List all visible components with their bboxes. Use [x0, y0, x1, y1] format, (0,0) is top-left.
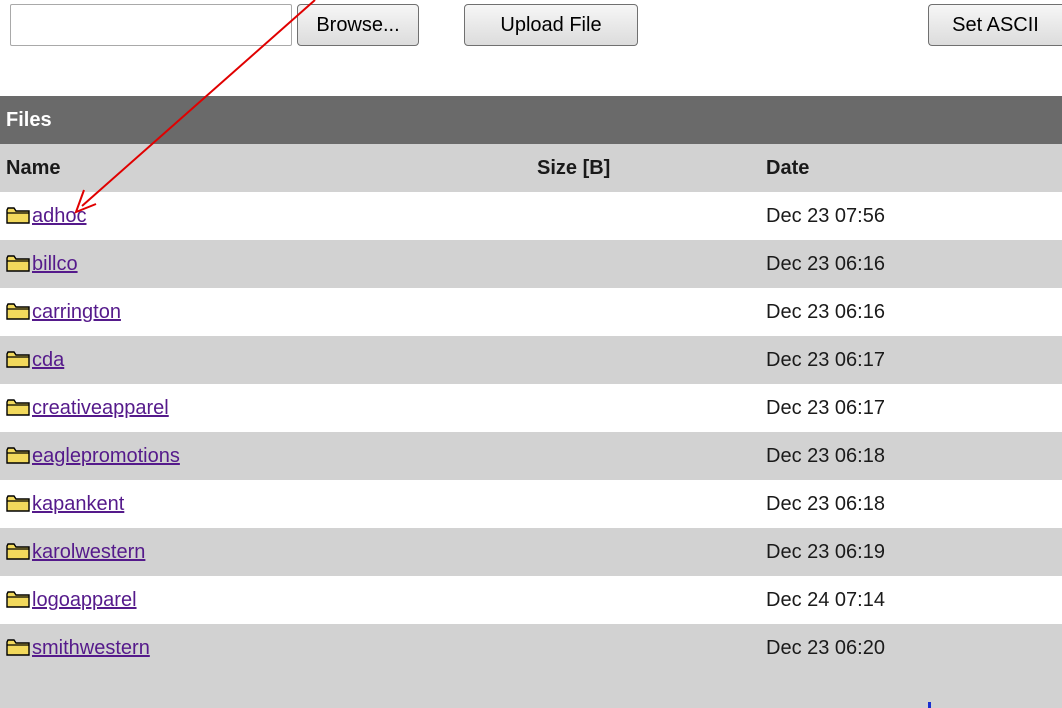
folder-link[interactable]: billco	[32, 240, 78, 288]
file-row: logoapparel Dec 24 07:14	[0, 576, 1062, 624]
file-date: Dec 23 07:56	[766, 205, 885, 227]
file-date: Dec 23 06:19	[766, 541, 885, 563]
file-row: cda Dec 23 06:17	[0, 336, 1062, 384]
folder-icon[interactable]	[6, 303, 30, 320]
file-date: Dec 23 06:17	[766, 397, 885, 419]
folder-link[interactable]: creativeapparel	[32, 384, 169, 432]
file-row: adhoc Dec 23 07:56	[0, 192, 1062, 240]
column-header-date[interactable]: Date	[766, 144, 809, 192]
file-date: Dec 23 06:20	[766, 637, 885, 659]
files-section-title: Files	[6, 108, 52, 131]
file-date: Dec 23 06:17	[766, 349, 885, 371]
file-list: adhoc Dec 23 07:56 billco Dec 23 06:16 carri…	[0, 192, 1062, 672]
file-list-footer	[0, 672, 1062, 708]
file-date: Dec 23 06:18	[766, 445, 885, 467]
folder-link[interactable]: logoapparel	[32, 576, 137, 624]
file-row: smithwestern Dec 23 06:20	[0, 624, 1062, 672]
file-row: kapankent Dec 23 06:18	[0, 480, 1062, 528]
column-header-size[interactable]: Size [B]	[537, 144, 610, 192]
file-date: Dec 23 06:16	[766, 253, 885, 275]
file-row: creativeapparel Dec 23 06:17	[0, 384, 1062, 432]
folder-icon[interactable]	[6, 591, 30, 608]
folder-icon[interactable]	[6, 207, 30, 224]
file-row: eaglepromotions Dec 23 06:18	[0, 432, 1062, 480]
file-row: billco Dec 23 06:16	[0, 240, 1062, 288]
folder-icon[interactable]	[6, 447, 30, 464]
folder-icon[interactable]	[6, 255, 30, 272]
folder-link[interactable]: adhoc	[32, 192, 87, 240]
file-date: Dec 24 07:14	[766, 589, 885, 611]
files-section-header: Files	[0, 96, 1062, 144]
folder-link[interactable]: kapankent	[32, 480, 124, 528]
folder-link[interactable]: carrington	[32, 288, 121, 336]
column-header-name[interactable]: Name	[6, 144, 60, 192]
folder-icon[interactable]	[6, 543, 30, 560]
folder-icon[interactable]	[6, 495, 30, 512]
folder-link[interactable]: cda	[32, 336, 64, 384]
folder-icon[interactable]	[6, 639, 30, 656]
file-path-input[interactable]	[10, 4, 292, 46]
folder-link[interactable]: smithwestern	[32, 624, 150, 672]
folder-icon[interactable]	[6, 399, 30, 416]
set-ascii-button[interactable]: Set ASCII	[928, 4, 1062, 46]
browse-button[interactable]: Browse...	[297, 4, 419, 46]
folder-icon[interactable]	[6, 351, 30, 368]
file-date: Dec 23 06:16	[766, 301, 885, 323]
file-row: carrington Dec 23 06:16	[0, 288, 1062, 336]
folder-link[interactable]: karolwestern	[32, 528, 145, 576]
file-row: karolwestern Dec 23 06:19	[0, 528, 1062, 576]
column-header-row: Name Size [B] Date	[0, 144, 1062, 192]
upload-file-button[interactable]: Upload File	[464, 4, 638, 46]
file-date: Dec 23 06:18	[766, 493, 885, 515]
footer-mark	[928, 702, 931, 708]
folder-link[interactable]: eaglepromotions	[32, 432, 180, 480]
